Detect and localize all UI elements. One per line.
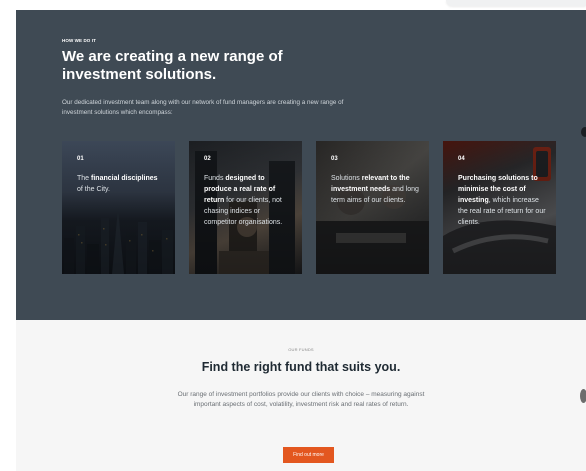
card-04: 04 Purchasing solutions to minimise the … [443,141,556,274]
our-funds-section: OUR FUNDS Find the right fund that suits… [16,320,586,471]
card-text-part: Funds [204,175,226,182]
scroll-indicator-dot[interactable] [580,389,586,403]
how-we-do-it-section: HOW WE DO IT We are creating a new range… [16,10,586,320]
card-03: 03 Solutions relevant to the investment … [316,141,429,274]
card-number: 04 [458,156,465,162]
card-number: 03 [331,156,338,162]
find-out-more-button[interactable]: Find out more [283,447,334,463]
card-02: 02 Funds designed to produce a real rate… [189,141,302,274]
top-bar [0,0,586,10]
card-text: The financial disciplines of the City. [77,173,165,195]
card-text-part: of the City. [77,186,110,193]
card-text: Funds designed to produce a real rate of… [204,173,292,228]
top-bar-pill [446,0,586,6]
funds-eyebrow: OUR FUNDS [288,347,314,352]
card-text-part: The [77,175,92,182]
section-title: We are creating a new range of investmen… [62,48,283,83]
card-01: 01 The financial disciplines of the City… [62,141,175,274]
card-text: Solutions relevant to the investment nee… [331,173,419,206]
card-text-emphasis: financial disciplines [91,175,158,182]
card-text: Purchasing solutions to minimise the cos… [458,173,546,228]
section-eyebrow: HOW WE DO IT [62,38,96,43]
card-text-part: Solutions [331,175,362,182]
scroll-indicator-dot[interactable] [581,127,586,137]
section-description: Our dedicated investment team along with… [62,99,344,116]
funds-title: Find the right fund that suits you. [201,360,401,374]
card-number: 02 [204,156,211,162]
funds-description: Our range of investment portfolios provi… [177,391,425,408]
card-number: 01 [77,156,84,162]
